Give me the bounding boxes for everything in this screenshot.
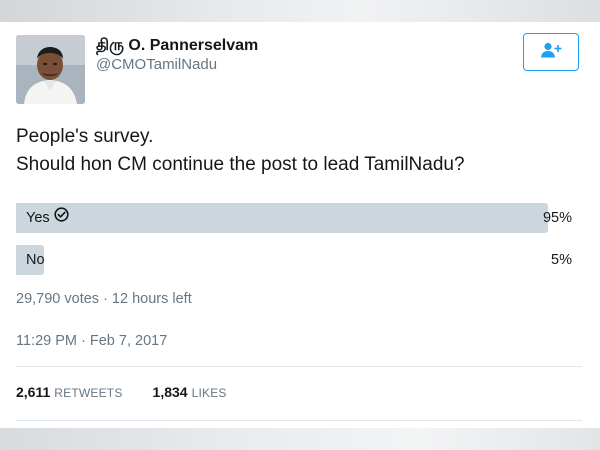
tweet-line-2: Should hon CM continue the post to lead … [16,154,465,175]
poll-label-no: No [26,245,45,275]
avatar[interactable] [16,35,85,104]
tweet-stats: 2,611 RETWEETS 1,834 LIKES [16,384,227,400]
user-handle[interactable]: @CMOTamilNadu [96,56,217,73]
top-image-band [0,0,600,22]
retweets-stat[interactable]: 2,611 RETWEETS [16,384,123,400]
poll-bar-yes [16,203,548,233]
poll-votes-meta: 29,790 votes · 12 hours left [16,291,192,307]
poll-option-label: No [26,252,45,268]
follow-button[interactable] [523,33,579,71]
likes-label: LIKES [191,386,227,400]
tweet-text: People's survey. Should hon CM continue … [16,123,586,179]
tweet-line-1: People's survey. [16,126,154,147]
poll-label-yes: Yes [26,203,69,233]
likes-count: 1,834 [152,384,188,400]
divider [16,366,582,367]
display-name[interactable]: திரு O. Pannerselvam [96,36,258,56]
check-circle-icon [54,203,69,233]
divider [16,420,582,421]
poll-percent-no: 5% [551,252,572,268]
bottom-image-band [0,428,600,450]
likes-stat[interactable]: 1,834 LIKES [153,384,227,400]
poll-option-no: No 5% [16,245,576,275]
add-user-icon [540,42,562,63]
poll-option-label: Yes [26,210,50,226]
retweets-count: 2,611 [16,384,51,400]
retweets-label: RETWEETS [54,386,123,400]
poll-percent-yes: 95% [542,210,572,226]
tweet-timestamp[interactable]: 11:29 PM · Feb 7, 2017 [16,333,167,349]
poll-option-yes: Yes 95% [16,203,576,233]
